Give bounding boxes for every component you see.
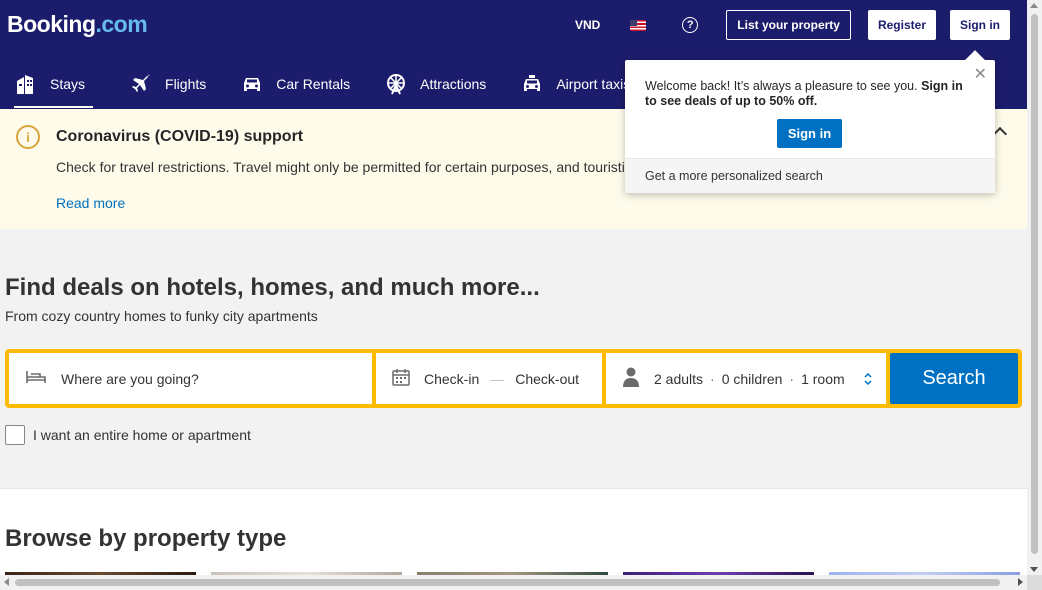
- tab-label: Car Rentals: [276, 76, 351, 92]
- tab-stays[interactable]: Stays: [3, 60, 94, 108]
- bed-building-icon: [14, 73, 38, 95]
- separator: ·: [789, 370, 795, 387]
- tab-label: Stays: [50, 76, 86, 92]
- register-button[interactable]: Register: [867, 10, 936, 40]
- tab-airport-taxis[interactable]: Airport taxis: [509, 60, 641, 108]
- tab-car-rentals[interactable]: Car Rentals: [229, 60, 361, 108]
- search-bar: Check-in — Check-out 2 adults · 0 childr…: [5, 349, 1022, 408]
- booking-logo[interactable]: Booking.com: [7, 11, 148, 38]
- separator: ·: [710, 370, 715, 387]
- browse-section: Browse by property type: [0, 489, 1027, 575]
- currency-selector[interactable]: VND: [575, 18, 600, 32]
- vertical-scrollbar[interactable]: [1027, 0, 1042, 575]
- close-icon[interactable]: ✕: [974, 64, 987, 84]
- page-subtitle: From cozy country homes to funky city ap…: [5, 308, 318, 324]
- scroll-up-icon[interactable]: [1030, 3, 1038, 8]
- scroll-thumb[interactable]: [15, 579, 1000, 586]
- scroll-right-icon[interactable]: [1018, 578, 1023, 586]
- adults-count: 2 adults: [654, 370, 704, 387]
- popup-sign-in-button[interactable]: Sign in: [777, 119, 842, 148]
- browse-title: Browse by property type: [5, 525, 287, 552]
- horizontal-scrollbar[interactable]: [0, 575, 1027, 590]
- tab-label: Airport taxis: [556, 76, 631, 92]
- up-down-icon: [864, 372, 872, 386]
- scroll-down-icon[interactable]: [1030, 567, 1038, 572]
- help-icon[interactable]: ?: [682, 17, 699, 33]
- entire-home-option[interactable]: I want an entire home or apartment: [5, 425, 251, 445]
- info-icon: i: [16, 125, 40, 149]
- tab-label: Attractions: [420, 76, 487, 92]
- list-property-button[interactable]: List your property: [726, 10, 851, 40]
- tab-label: Flights: [165, 76, 207, 92]
- sign-in-popup: ✕ Welcome back! It’s always a pleasure t…: [625, 60, 995, 193]
- entire-home-label: I want an entire home or apartment: [33, 427, 251, 443]
- tab-attractions[interactable]: Attractions: [373, 60, 497, 108]
- read-more-link[interactable]: Read more: [56, 195, 125, 211]
- ferris-wheel-icon: [384, 73, 408, 95]
- car-icon: [240, 73, 264, 95]
- us-flag-icon[interactable]: [630, 19, 647, 31]
- check-in-label[interactable]: Check-in: [424, 371, 479, 387]
- main-nav: Stays Flights Car Rentals Attractions Ai…: [0, 60, 653, 109]
- calendar-icon: [392, 368, 410, 389]
- destination-input[interactable]: [61, 370, 341, 387]
- plane-icon: [129, 73, 153, 95]
- guests-field[interactable]: 2 adults · 0 children · 1 room: [606, 353, 886, 404]
- search-button[interactable]: Search: [890, 353, 1018, 404]
- scroll-left-icon[interactable]: [4, 578, 9, 586]
- taxi-icon: [520, 73, 544, 95]
- tab-flights[interactable]: Flights: [118, 60, 217, 108]
- sign-in-button[interactable]: Sign in: [950, 10, 1010, 40]
- children-count: 0 children: [721, 370, 783, 387]
- dates-field[interactable]: Check-in — Check-out: [376, 353, 602, 404]
- person-icon: [622, 367, 640, 390]
- scrollbar-corner: [1027, 575, 1042, 590]
- scroll-thumb[interactable]: [1031, 14, 1038, 554]
- chevron-up-icon[interactable]: [992, 126, 1008, 142]
- date-dash: —: [490, 370, 505, 387]
- bed-icon: [25, 369, 47, 388]
- popup-message: Welcome back! It’s always a pleasure to …: [645, 79, 963, 108]
- page-title: Find deals on hotels, homes, and much mo…: [5, 274, 540, 301]
- check-out-label[interactable]: Check-out: [515, 371, 579, 387]
- entire-home-checkbox[interactable]: [5, 425, 25, 445]
- page-viewport: Booking.com VND ? List your property Reg…: [0, 0, 1027, 575]
- destination-field[interactable]: [9, 353, 372, 404]
- header-actions: VND ? List your property Register Sign i…: [575, 10, 1010, 40]
- covid-title: Coronavirus (COVID-19) support: [56, 128, 304, 145]
- popup-footer: Get a more personalized search: [625, 158, 995, 193]
- rooms-count: 1 room: [801, 370, 845, 387]
